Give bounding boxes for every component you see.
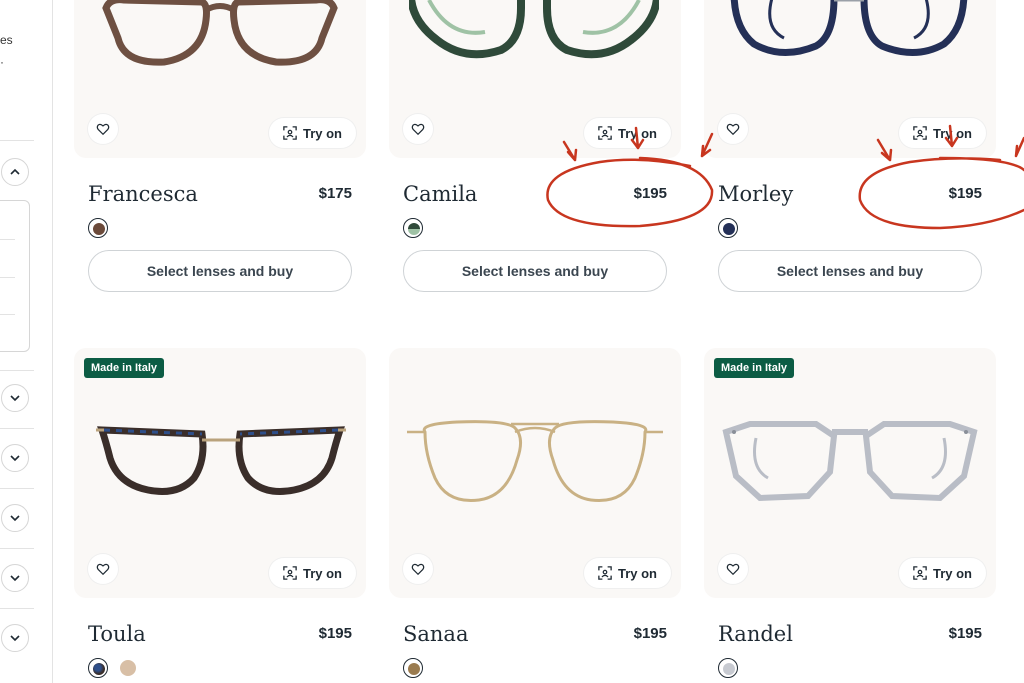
select-lenses-button[interactable]: Select lenses and buy (403, 250, 667, 292)
color-swatch[interactable] (88, 218, 108, 238)
divider (0, 608, 34, 609)
product-name[interactable]: Randel (718, 622, 793, 646)
select-lenses-button[interactable]: Select lenses and buy (718, 250, 982, 292)
try-on-label: Try on (302, 125, 342, 141)
product-name[interactable]: Camila (403, 182, 477, 206)
favorite-button[interactable] (88, 114, 118, 144)
annotation-circle (546, 156, 714, 228)
product-image[interactable]: Try on (389, 348, 681, 598)
chevron-down-icon (10, 395, 20, 402)
try-on-button[interactable]: Try on (583, 118, 671, 148)
chevron-down-icon (10, 575, 20, 582)
product-price: $195 (318, 625, 352, 642)
product-image[interactable]: Made in Italy Try on (74, 348, 366, 598)
divider (0, 370, 34, 371)
face-scan-icon (283, 566, 297, 580)
filter-expand-button[interactable] (1, 384, 29, 412)
face-scan-icon (283, 126, 297, 140)
eyeglasses-image (96, 426, 346, 495)
divider (0, 548, 34, 549)
try-on-label: Try on (617, 565, 657, 581)
eyeglasses-image (730, 0, 968, 57)
heart-icon (726, 563, 740, 576)
product-image[interactable]: Try on (704, 0, 996, 158)
favorite-button[interactable] (403, 114, 433, 144)
made-in-italy-badge: Made in Italy (714, 358, 795, 378)
heart-icon (726, 123, 740, 136)
annotation-circle (858, 156, 1024, 230)
face-scan-icon (913, 126, 927, 140)
product-price: $195 (633, 185, 667, 202)
divider (0, 428, 34, 429)
favorite-button[interactable] (88, 554, 118, 584)
eyeglasses-image (722, 421, 978, 502)
filter-expand-button[interactable] (1, 564, 29, 592)
filter-options-box (0, 200, 30, 352)
try-on-label: Try on (302, 565, 342, 581)
filter-collapse-button[interactable] (1, 158, 29, 186)
divider (0, 140, 34, 141)
product-name[interactable]: Morley (718, 182, 793, 206)
color-swatch[interactable] (403, 218, 423, 238)
color-swatch[interactable] (718, 218, 738, 238)
try-on-button[interactable]: Try on (898, 118, 986, 148)
try-on-label: Try on (932, 565, 972, 581)
filter-sidebar: es · (0, 0, 53, 683)
face-scan-icon (598, 566, 612, 580)
product-price: $175 (318, 185, 352, 202)
color-swatch[interactable] (118, 658, 138, 678)
annotation-arrow (1014, 136, 1024, 158)
eyeglasses-image (102, 0, 338, 66)
product-image[interactable]: Made in Italy Try on (704, 348, 996, 598)
product-name[interactable]: Toula (88, 622, 146, 646)
heart-icon (96, 123, 110, 136)
favorite-button[interactable] (718, 114, 748, 144)
try-on-button[interactable]: Try on (898, 558, 986, 588)
select-lenses-button[interactable]: Select lenses and buy (88, 250, 352, 292)
product-price: $195 (948, 625, 982, 642)
chevron-down-icon (10, 455, 20, 462)
product-price: $195 (948, 185, 982, 202)
eyeglasses-image (409, 0, 659, 59)
face-scan-icon (913, 566, 927, 580)
eyeglasses-image (407, 420, 663, 503)
product-name[interactable]: Sanaa (403, 622, 468, 646)
divider (0, 488, 34, 489)
made-in-italy-badge: Made in Italy (84, 358, 165, 378)
filter-expand-button[interactable] (1, 444, 29, 472)
try-on-label: Try on (617, 125, 657, 141)
color-swatch[interactable] (718, 658, 738, 678)
product-price: $195 (633, 625, 667, 642)
favorite-button[interactable] (718, 554, 748, 584)
favorite-button[interactable] (403, 554, 433, 584)
heart-icon (411, 563, 425, 576)
heart-icon (96, 563, 110, 576)
product-name[interactable]: Francesca (88, 182, 198, 206)
product-image[interactable]: Try on (389, 0, 681, 158)
filter-expand-button[interactable] (1, 504, 29, 532)
try-on-label: Try on (932, 125, 972, 141)
filter-expand-button[interactable] (1, 624, 29, 652)
color-swatch[interactable] (88, 658, 108, 678)
color-swatch[interactable] (403, 658, 423, 678)
product-image[interactable]: Try on (74, 0, 366, 158)
chevron-up-icon (10, 168, 20, 175)
try-on-button[interactable]: Try on (583, 558, 671, 588)
chevron-down-icon (10, 635, 20, 642)
heart-icon (411, 123, 425, 136)
try-on-button[interactable]: Try on (268, 558, 356, 588)
chevron-down-icon (10, 515, 20, 522)
sidebar-text-2: · (0, 55, 4, 69)
sidebar-text: es (0, 33, 13, 47)
face-scan-icon (598, 126, 612, 140)
try-on-button[interactable]: Try on (268, 118, 356, 148)
